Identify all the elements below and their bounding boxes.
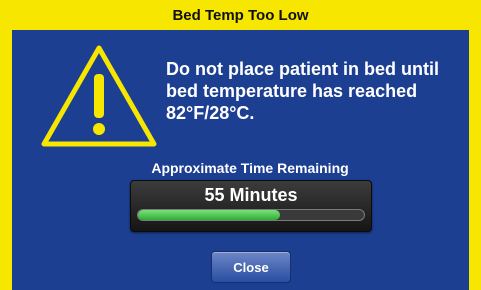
warning-triangle-icon	[41, 45, 157, 147]
progress-bar-fill	[138, 210, 281, 220]
alert-dialog: Bed Temp Too Low Do not place patient in…	[0, 0, 481, 290]
time-remaining-label: Approximate Time Remaining	[151, 160, 349, 176]
time-remaining-value: 55 Minutes	[204, 185, 298, 205]
dialog-title: Bed Temp Too Low	[172, 6, 309, 24]
dialog-title-bar: Bed Temp Too Low	[0, 0, 481, 30]
alert-message: Do not place patient in bed until bed te…	[166, 59, 439, 123]
progress-bar	[137, 209, 365, 221]
time-remaining-box: 55 Minutes	[130, 180, 372, 232]
close-button[interactable]: Close	[211, 251, 291, 283]
